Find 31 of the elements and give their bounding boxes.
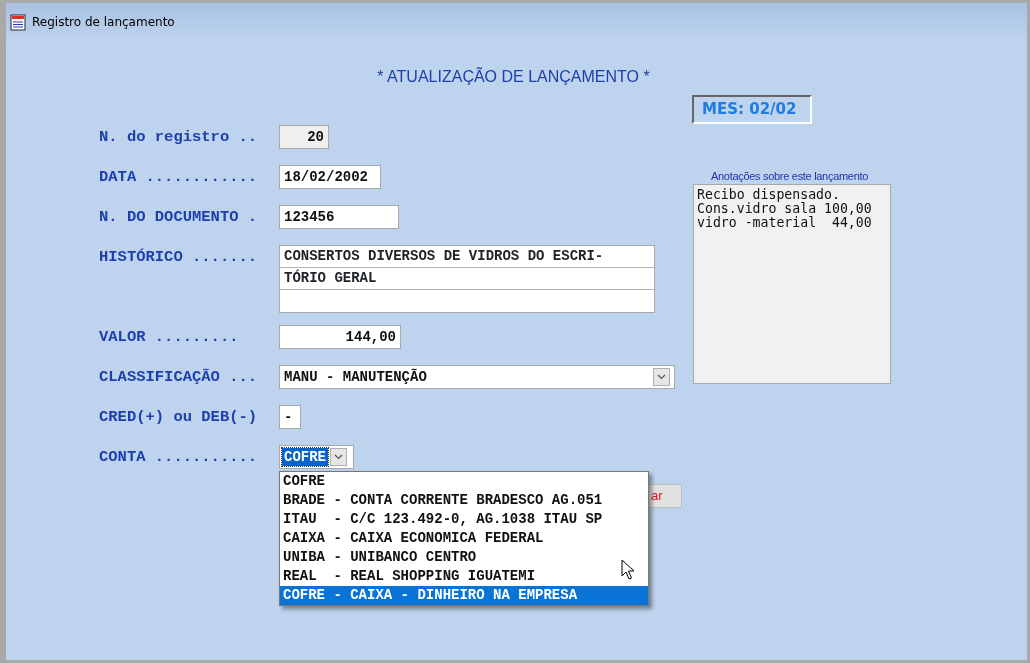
account-select[interactable]: COFRE	[279, 445, 354, 469]
action-button[interactable]: ar	[649, 484, 682, 508]
field-label: CONTA ...........	[99, 447, 259, 468]
form-heading: * ATUALIZAÇÃO DE LANÇAMENTO *	[377, 68, 650, 85]
field-label: VALOR .........	[99, 327, 240, 348]
classification-select[interactable]: MANU - MANUTENÇÃO	[279, 365, 675, 389]
field-label: HISTÓRICO .......	[99, 247, 259, 268]
dropdown-option[interactable]: BRADE - CONTA CORRENTE BRADESCO AG.051	[280, 491, 648, 510]
field-label: N. DO DOCUMENTO .	[99, 207, 259, 228]
dropdown-option[interactable]: UNIBA - UNIBANCO CENTRO	[280, 548, 648, 567]
text-field[interactable]: 18/02/2002	[279, 165, 381, 189]
dropdown-option[interactable]: COFRE - CAIXA - DINHEIRO NA EMPRESA	[280, 586, 648, 605]
dropdown-option[interactable]: CAIXA - CAIXA ECONOMICA FEDERAL	[280, 529, 648, 548]
window-title: Registro de lançamento	[32, 14, 175, 31]
text-field[interactable]: 123456	[279, 205, 399, 229]
notes-label: Anotações sobre este lançamento	[711, 169, 869, 182]
field-label: CRED(+) ou DEB(-)	[99, 407, 259, 428]
dropdown-option[interactable]: REAL - REAL SHOPPING IGUATEMI	[280, 567, 648, 586]
history-field[interactable]: CONSERTOS DIVERSOS DE VIDROS DO ESCRI- TÓRIO GERAL	[279, 245, 655, 313]
value-field[interactable]: 144,00	[279, 325, 401, 349]
notepad-icon	[10, 13, 26, 31]
dropdown-option[interactable]: COFRE	[280, 472, 648, 491]
notes-field[interactable]: Recibo dispensado. Cons.vidro sala 100,00 vidro -material 44,00	[693, 184, 891, 384]
field-label: N. do registro ..	[99, 127, 259, 148]
mouse-cursor-icon	[621, 559, 634, 580]
field-label: DATA ............	[99, 167, 259, 188]
sign-field[interactable]: -	[279, 405, 301, 429]
registry-number-field: 20	[279, 125, 329, 149]
dropdown-option[interactable]: ITAU - C/C 123.492-0, AG.1038 ITAU SP	[280, 510, 648, 529]
month-indicator: MES: 02/02	[692, 95, 813, 124]
field-label: CLASSIFICAÇÃO ...	[99, 367, 259, 388]
